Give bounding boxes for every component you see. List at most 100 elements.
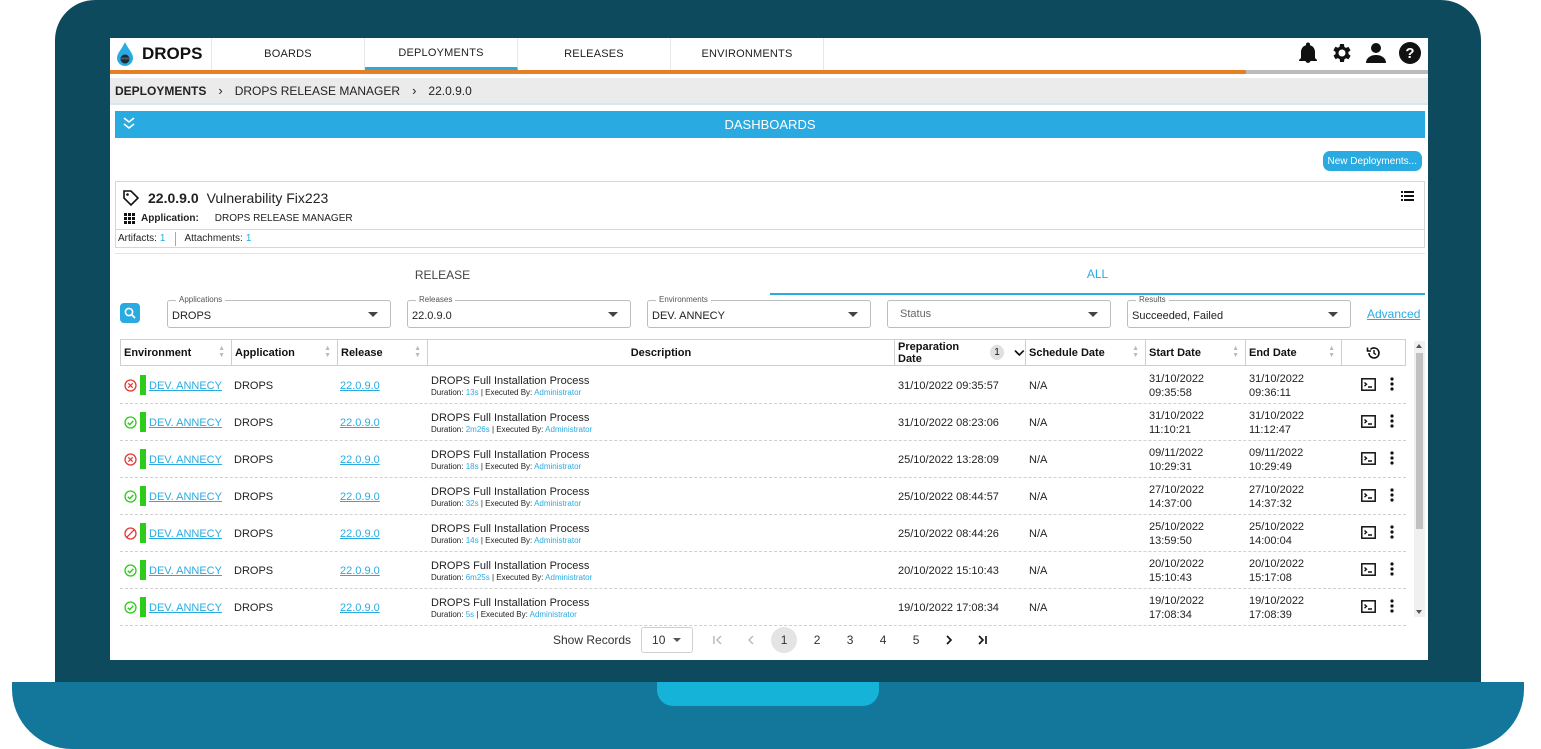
release-link[interactable]: 22.0.9.0 xyxy=(340,417,380,429)
terminal-icon[interactable] xyxy=(1361,599,1376,613)
terminal-icon[interactable] xyxy=(1361,562,1376,576)
dashboards-bar[interactable]: DASHBOARDS xyxy=(115,111,1425,138)
executed-by-value[interactable]: Administrator xyxy=(545,573,592,582)
terminal-icon[interactable] xyxy=(1361,451,1376,465)
artifacts-label: Artifacts: xyxy=(118,233,157,244)
environment-link[interactable]: DEV. ANNECY xyxy=(149,491,222,503)
last-page-icon[interactable] xyxy=(969,627,995,653)
status-select-placeholder: Status xyxy=(900,308,932,320)
bell-icon[interactable] xyxy=(1296,41,1320,65)
environment-link[interactable]: DEV. ANNECY xyxy=(149,417,222,429)
table-row[interactable]: DEV. ANNECY DROPS 22.0.9.0 DROPS Full Insta… xyxy=(120,367,1406,404)
nav-tab-boards[interactable]: BOARDS xyxy=(212,38,365,70)
nav-tab-deployments[interactable]: DEPLOYMENTS xyxy=(365,38,518,70)
more-vert-icon[interactable] xyxy=(1390,414,1394,428)
nav-tab-releases[interactable]: RELEASES xyxy=(518,38,671,70)
advanced-filter-link[interactable]: Advanced xyxy=(1367,307,1420,321)
page-size-select[interactable]: 10 xyxy=(641,627,694,653)
more-vert-icon[interactable] xyxy=(1390,488,1394,502)
first-page-icon[interactable] xyxy=(705,627,731,653)
releases-select[interactable]: Releases 22.0.9.0 xyxy=(407,295,631,328)
scroll-down-icon[interactable] xyxy=(1416,610,1422,614)
table-row[interactable]: DEV. ANNECY DROPS 22.0.9.0 DROPS Full Insta… xyxy=(120,441,1406,478)
executed-by-value[interactable]: Administrator xyxy=(545,425,592,434)
executed-by-value[interactable]: Administrator xyxy=(530,610,577,619)
col-schedule-date[interactable]: Schedule Date ▲ ▼ xyxy=(1026,340,1146,365)
schedule-date-cell: N/A xyxy=(1029,416,1048,429)
page-3-button[interactable]: 3 xyxy=(837,627,863,653)
double-chevron-down-icon[interactable] xyxy=(123,116,135,133)
executed-by-value[interactable]: Administrator xyxy=(534,462,581,471)
terminal-icon[interactable] xyxy=(1361,525,1376,539)
start-date: 27/10/2022 xyxy=(1149,483,1205,496)
next-page-icon[interactable] xyxy=(936,627,962,653)
more-vert-icon[interactable] xyxy=(1390,525,1394,539)
start-time: 10:29:31 xyxy=(1149,460,1192,473)
history-icon[interactable] xyxy=(1366,345,1382,361)
page-4-button[interactable]: 4 xyxy=(870,627,896,653)
executed-by-value[interactable]: Administrator xyxy=(534,536,581,545)
executed-by-value[interactable]: Administrator xyxy=(534,388,581,397)
breadcrumb-application[interactable]: DROPS RELEASE MANAGER xyxy=(235,84,400,98)
environments-select[interactable]: Environments DEV. ANNECY xyxy=(647,295,871,328)
release-card: 22.0.9.0 Vulnerability Fix223 Applicatio… xyxy=(115,181,1425,248)
more-vert-icon[interactable] xyxy=(1390,377,1394,391)
more-vert-icon[interactable] xyxy=(1390,451,1394,465)
col-environment[interactable]: Environment ▲ ▼ xyxy=(121,340,232,365)
end-date-cell: 19/10/2022 17:08:39 xyxy=(1249,589,1341,626)
col-release[interactable]: Release ▲ ▼ xyxy=(338,340,428,365)
environment-link[interactable]: DEV. ANNECY xyxy=(149,454,222,466)
terminal-icon[interactable] xyxy=(1361,488,1376,502)
gear-icon[interactable] xyxy=(1330,41,1354,65)
page-5-button[interactable]: 5 xyxy=(903,627,929,653)
col-application[interactable]: Application ▲ ▼ xyxy=(232,340,338,365)
breadcrumb-deployments[interactable]: DEPLOYMENTS xyxy=(115,84,206,98)
user-icon[interactable] xyxy=(1364,41,1388,65)
environment-link[interactable]: DEV. ANNECY xyxy=(149,565,222,577)
artifacts-count[interactable]: 1 xyxy=(160,233,166,244)
table-row[interactable]: DEV. ANNECY DROPS 22.0.9.0 DROPS Full Insta… xyxy=(120,589,1406,626)
page-1-button[interactable]: 1 xyxy=(771,627,798,653)
release-link[interactable]: 22.0.9.0 xyxy=(340,528,380,540)
help-icon[interactable]: ? xyxy=(1398,41,1422,65)
release-link[interactable]: 22.0.9.0 xyxy=(340,565,380,577)
table-row[interactable]: DEV. ANNECY DROPS 22.0.9.0 DROPS Full Insta… xyxy=(120,552,1406,589)
attachments-count[interactable]: 1 xyxy=(246,233,252,244)
environment-link[interactable]: DEV. ANNECY xyxy=(149,528,222,540)
search-button[interactable] xyxy=(120,303,140,323)
col-preparation-date[interactable]: Preparation Date 1 xyxy=(895,340,1026,365)
nav-progress-track xyxy=(1246,70,1428,74)
col-start-date[interactable]: Start Date ▲ ▼ xyxy=(1146,340,1246,365)
executed-by-value[interactable]: Administrator xyxy=(534,499,581,508)
list-menu-icon[interactable] xyxy=(1401,191,1414,201)
release-link[interactable]: 22.0.9.0 xyxy=(340,491,380,503)
col-end-date[interactable]: End Date ▲ ▼ xyxy=(1246,340,1342,365)
environment-link[interactable]: DEV. ANNECY xyxy=(149,602,222,614)
tab-all[interactable]: ALL xyxy=(770,254,1425,295)
prev-page-icon[interactable] xyxy=(738,627,764,653)
release-link[interactable]: 22.0.9.0 xyxy=(340,602,380,614)
new-deployment-button[interactable]: New Deployments... xyxy=(1322,151,1422,171)
nav-tab-environments[interactable]: ENVIRONMENTS xyxy=(671,38,824,70)
brand[interactable]: DROPS xyxy=(110,38,212,70)
table-row[interactable]: DEV. ANNECY DROPS 22.0.9.0 DROPS Full Insta… xyxy=(120,515,1406,552)
status-success-icon xyxy=(124,416,137,429)
table-row[interactable]: DEV. ANNECY DROPS 22.0.9.0 DROPS Full Insta… xyxy=(120,404,1406,441)
results-select[interactable]: Results Succeeded, Failed xyxy=(1127,295,1351,328)
more-vert-icon[interactable] xyxy=(1390,562,1394,576)
release-link[interactable]: 22.0.9.0 xyxy=(340,380,380,392)
scroll-thumb[interactable] xyxy=(1416,353,1423,529)
more-vert-icon[interactable] xyxy=(1390,599,1394,613)
page-2-button[interactable]: 2 xyxy=(804,627,830,653)
release-link[interactable]: 22.0.9.0 xyxy=(340,454,380,466)
table-row[interactable]: DEV. ANNECY DROPS 22.0.9.0 DROPS Full Insta… xyxy=(120,478,1406,515)
terminal-icon[interactable] xyxy=(1361,414,1376,428)
applications-select[interactable]: Applications DROPS xyxy=(167,295,391,328)
tab-release[interactable]: RELEASE xyxy=(115,254,770,295)
scroll-up-icon[interactable] xyxy=(1416,344,1422,348)
environment-link[interactable]: DEV. ANNECY xyxy=(149,380,222,392)
start-date: 31/10/2022 xyxy=(1149,409,1205,422)
status-select[interactable]: Status xyxy=(887,300,1111,328)
terminal-icon[interactable] xyxy=(1361,377,1376,391)
table-scrollbar[interactable] xyxy=(1414,341,1425,617)
